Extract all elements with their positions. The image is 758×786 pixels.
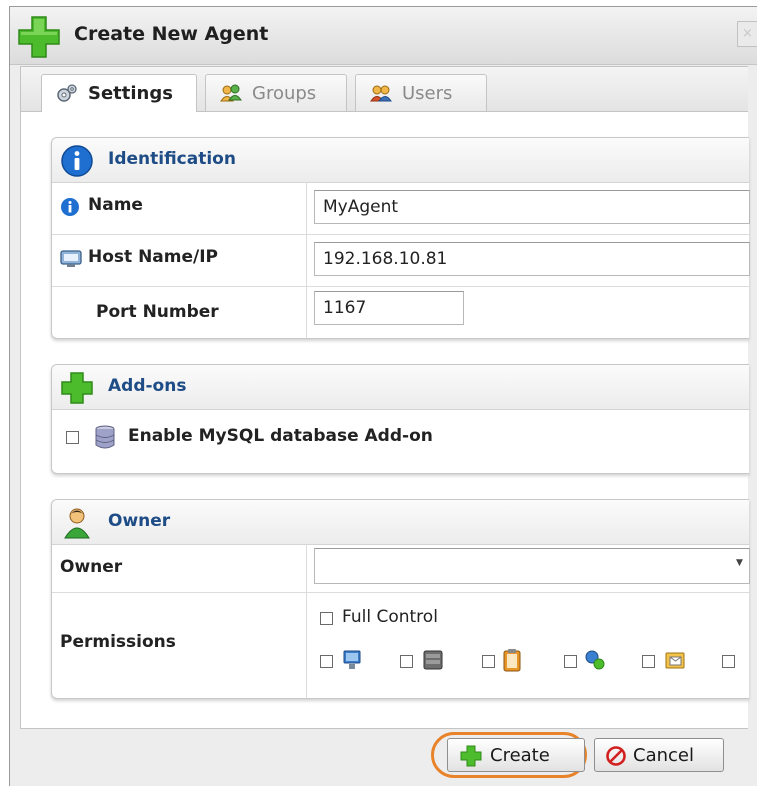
create-button-label: Create [490,745,550,766]
permissions-row: Permissions Full Control [52,592,749,698]
plus-icon [61,372,93,404]
info-icon [61,198,79,216]
permission-checkbox[interactable] [400,655,413,668]
create-agent-dialog: Create New Agent × Settings Groups Users… [9,6,757,786]
plus-icon [18,16,60,58]
cancel-button[interactable]: Cancel [594,738,724,772]
port-row: Port Number 1167 [52,286,749,338]
owner-title: Owner [108,511,171,531]
column-divider [306,234,307,286]
addons-section: Add-ons Enable MySQL database Add-on [51,364,749,474]
dialog-titlebar[interactable]: Create New Agent × [10,7,757,65]
host-row: Host Name/IP 192.168.10.81 [52,234,750,287]
plus-icon [460,745,482,767]
identification-title: Identification [108,149,236,169]
column-divider [306,286,307,338]
user-icon [64,508,90,539]
owner-label: Owner [60,557,123,577]
tab-users-label: Users [402,83,453,104]
column-divider [306,182,307,234]
computer-icon [343,650,361,669]
computer-icon [60,250,82,267]
tab-users[interactable]: Users [355,74,487,111]
owner-row: Owner ▼ [52,544,750,593]
host-label: Host Name/IP [88,247,219,267]
tab-groups[interactable]: Groups [205,74,347,111]
permission-checkbox[interactable] [642,655,655,668]
host-field[interactable]: 192.168.10.81 [314,242,750,276]
addons-header: Add-ons [52,365,749,410]
name-field[interactable]: MyAgent [314,190,750,224]
port-label: Port Number [96,302,219,322]
permission-checkbox[interactable] [722,655,735,668]
owner-select[interactable] [314,548,750,584]
cancel-button-label: Cancel [633,745,694,766]
users-icon [370,85,392,102]
identification-section: Identification Name MyAgent Host Name/IP… [51,137,750,339]
info-icon [61,145,93,177]
chevron-down-icon[interactable]: ▼ [736,558,743,568]
name-row: Name MyAgent [52,182,750,235]
full-control-checkbox[interactable] [320,612,333,625]
addons-title: Add-ons [108,376,187,396]
database-icon [95,425,115,449]
permission-checkbox[interactable] [564,655,577,668]
tab-settings-label: Settings [88,83,173,104]
network-icon [585,650,605,670]
dialog-content: Settings Groups Users Identification Nam… [20,66,750,729]
close-button[interactable]: × [737,21,757,47]
identification-header: Identification [52,138,749,183]
column-divider [306,592,307,698]
name-label: Name [88,195,143,215]
mysql-addon-checkbox[interactable] [66,431,79,444]
permission-checkbox[interactable] [320,655,333,668]
tab-strip: Settings Groups Users [21,67,748,112]
create-button[interactable]: Create [447,738,585,772]
tab-groups-label: Groups [252,83,317,104]
close-icon: × [742,26,753,41]
cancel-icon [606,746,626,766]
mysql-addon-label[interactable]: Enable MySQL database Add-on [128,426,433,446]
permission-checkbox[interactable] [482,655,495,668]
clipboard-icon [503,649,521,672]
permissions-label: Permissions [60,632,176,652]
full-control-label[interactable]: Full Control [342,607,438,627]
server-icon [423,650,443,670]
owner-header: Owner [52,500,749,545]
mail-folder-icon [665,652,685,669]
tab-settings[interactable]: Settings [41,74,197,112]
dialog-title: Create New Agent [74,23,269,45]
groups-icon [220,84,242,102]
column-divider [306,544,307,592]
settings-wrench-icon [57,84,77,102]
port-field[interactable]: 1167 [314,291,464,325]
owner-section: Owner Owner ▼ Permissions Full Control [51,499,750,699]
